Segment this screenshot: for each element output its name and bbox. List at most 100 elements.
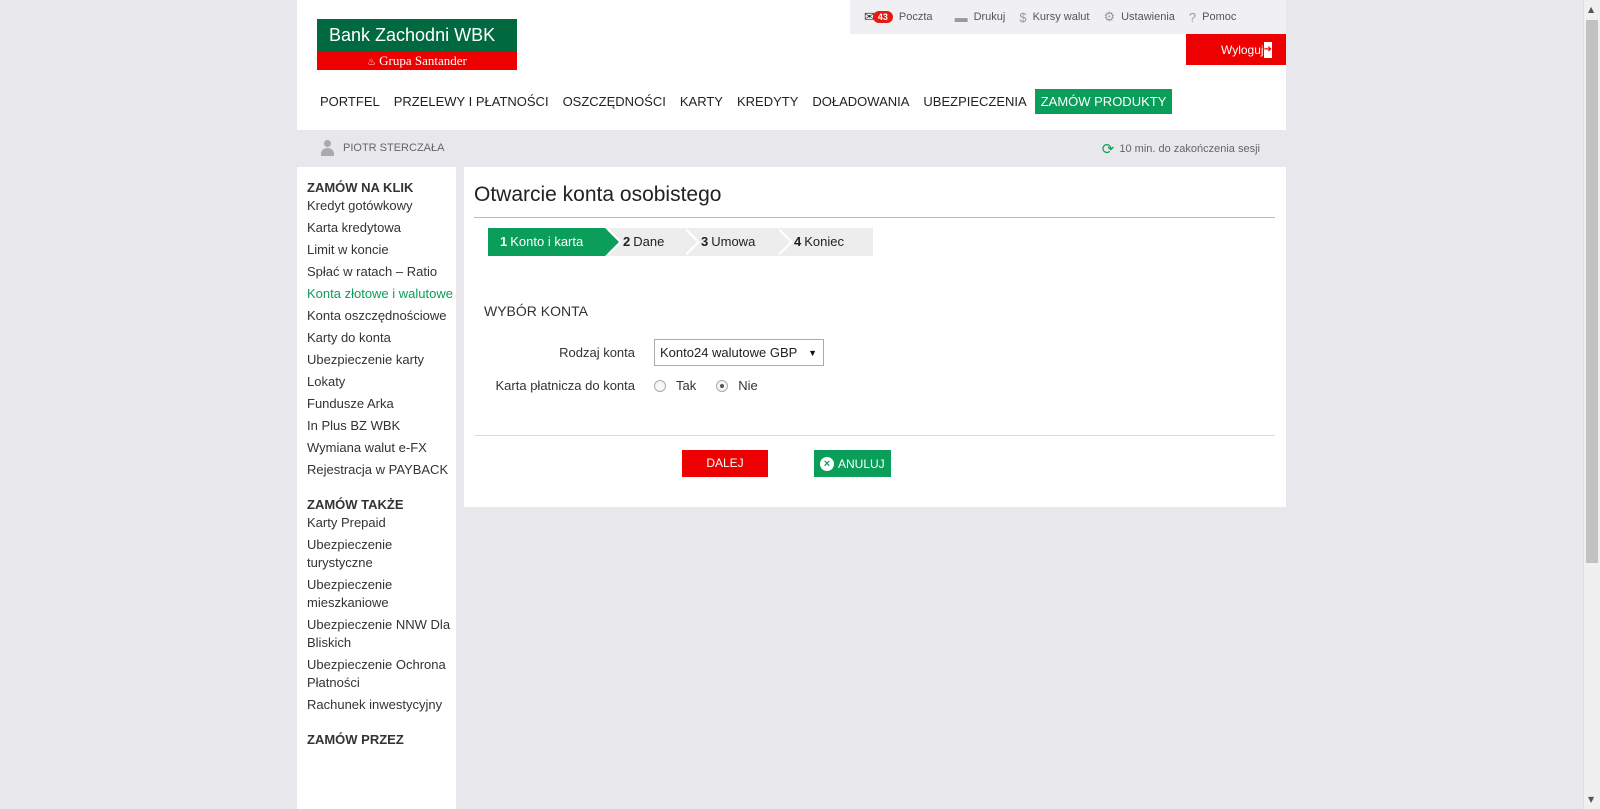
section-title: WYBÓR KONTA	[484, 303, 588, 319]
nav-item-przelewy[interactable]: PRZELEWY I PŁATNOŚCI	[388, 89, 555, 114]
step-1: 1 Konto i karta	[488, 228, 622, 256]
sidebar-item-efx[interactable]: Wymiana walut e-FX	[307, 439, 456, 457]
top-links: ✉ 43 Poczta ▬ Drukuj $ Kursy walut ⚙ Ust…	[850, 0, 1286, 34]
exchange-rates-link[interactable]: $ Kursy walut	[1019, 10, 1089, 25]
scroll-thumb[interactable]	[1586, 20, 1598, 563]
currency-icon: $	[1019, 9, 1027, 25]
page-title: Otwarcie konta osobistego	[474, 183, 722, 206]
nav-item-doladowania[interactable]: DOŁADOWANIA	[806, 89, 915, 114]
sidebar-item-mieszkaniowe[interactable]: Ubezpieczenie mieszkaniowe	[307, 576, 456, 612]
sidebar-item-ochrona[interactable]: Ubezpieczenie Ochrona Płatności	[307, 656, 456, 692]
exit-icon: ➜	[1263, 41, 1272, 58]
step-label: Umowa	[711, 234, 756, 249]
printer-icon: ▬	[954, 9, 968, 25]
nav-item-karty[interactable]: KARTY	[674, 89, 729, 114]
mail-link[interactable]: ✉ 43 Poczta	[864, 9, 933, 25]
sidebar-item-konta-oszczednosciowe[interactable]: Konta oszczędnościowe	[307, 307, 456, 325]
header: Bank Zachodni WBK ♨ Grupa Santander ✉ 43 …	[297, 0, 1286, 130]
sidebar-item-nnw[interactable]: Ubezpieczenie NNW Dla Bliskich	[307, 616, 456, 652]
sidebar-item-ubezpieczenie-karty[interactable]: Ubezpieczenie karty	[307, 351, 456, 369]
sidebar-item-konta-zlotowe[interactable]: Konta złotowe i walutowe	[307, 285, 456, 303]
sidebar-item-karty-do-konta[interactable]: Karty do konta	[307, 329, 456, 347]
user-icon	[321, 140, 334, 156]
wizard-steps: 1 Konto i karta 2 Dane 3 Umowa 4 Koniec	[488, 228, 873, 256]
main-nav: PORTFEL PRZELEWY I PŁATNOŚCI OSZCZĘDNOŚC…	[317, 89, 1174, 114]
refresh-icon[interactable]: ⟳	[1102, 140, 1115, 158]
mail-count-badge: 43	[872, 11, 893, 23]
sidebar-item-in-plus[interactable]: In Plus BZ WBK	[307, 417, 456, 435]
settings-label: Ustawienia	[1121, 11, 1175, 23]
user-info: PIOTR STERCZAŁA	[321, 140, 444, 156]
sidebar-section-title: ZAMÓW TAKŻE	[307, 497, 404, 512]
logo-title: Bank Zachodni WBK	[317, 19, 517, 52]
user-bar: PIOTR STERCZAŁA ⟳ 10 min. do zakończenia…	[297, 130, 1286, 166]
step-number: 1	[500, 234, 508, 249]
scroll-down-icon[interactable]: ▼	[1588, 795, 1594, 804]
close-icon: ×	[820, 456, 834, 471]
step-label: Dane	[633, 234, 665, 249]
mail-label: Poczta	[898, 11, 933, 23]
sidebar-item-rachunek-inwestycyjny[interactable]: Rachunek inwestycyjny	[307, 696, 456, 714]
radio-yes-input[interactable]	[654, 379, 666, 392]
account-type-select[interactable]: Konto24 walutowe GBP ▼	[654, 339, 824, 366]
logo-subtitle: ♨ Grupa Santander	[317, 52, 517, 70]
nav-item-kredyty[interactable]: KREDYTY	[731, 89, 804, 114]
nav-item-zamow-produkty[interactable]: ZAMÓW PRODUKTY	[1034, 89, 1173, 114]
sidebar-item-ratio[interactable]: Spłać w ratach – Ratio	[307, 263, 456, 281]
chevron-down-icon: ▼	[808, 347, 817, 358]
step-label: Konto i karta	[510, 234, 584, 249]
nav-item-oszczednosci[interactable]: OSZCZĘDNOŚCI	[557, 89, 672, 114]
sidebar-item-payback[interactable]: Rejestracja w PAYBACK	[307, 461, 456, 479]
radio-yes-label: Tak	[676, 378, 697, 393]
account-type-value: Konto24 walutowe GBP	[660, 345, 798, 360]
main-content: Otwarcie konta osobistego 1 Konto i karta…	[464, 167, 1286, 507]
scrollbar[interactable]: ▲ ▼	[1583, 0, 1600, 809]
santander-flame-icon: ♨	[367, 57, 377, 68]
radio-no-label: Nie	[738, 378, 758, 393]
step-number: 2	[623, 234, 631, 249]
session-timer: ⟳ 10 min. do zakończenia sesji	[1102, 140, 1260, 158]
settings-link[interactable]: ⚙ Ustawienia	[1103, 9, 1174, 25]
exchange-rates-label: Kursy walut	[1032, 11, 1090, 23]
card-row: Karta płatnicza do konta Tak Nie	[464, 378, 778, 393]
sidebar-item-prepaid[interactable]: Karty Prepaid	[307, 514, 456, 532]
help-icon: ?	[1188, 9, 1197, 25]
print-label: Drukuj	[973, 11, 1006, 23]
account-type-label: Rodzaj konta	[559, 345, 635, 360]
mail-badge: ✉ 43	[864, 9, 893, 25]
nav-item-ubezpieczenia[interactable]: UBEZPIECZENIA	[917, 89, 1032, 114]
bank-logo[interactable]: Bank Zachodni WBK ♨ Grupa Santander	[317, 19, 517, 70]
logout-button[interactable]: Wyloguj ➜	[1186, 34, 1286, 65]
radio-yes[interactable]: Tak	[654, 378, 696, 393]
radio-no-input[interactable]	[716, 379, 729, 392]
sidebar-section-title: ZAMÓW PRZEZ	[307, 732, 404, 747]
sidebar: ZAMÓW NA KLIK Kredyt gotówkowy Karta kre…	[297, 167, 456, 809]
logout-label: Wyloguj	[1221, 42, 1264, 57]
cancel-button[interactable]: × ANULUJ	[814, 450, 891, 477]
sidebar-item-fundusze[interactable]: Fundusze Arka	[307, 395, 456, 413]
step-number: 4	[794, 234, 802, 249]
session-text: 10 min. do zakończenia sesji	[1119, 143, 1260, 155]
sidebar-section-title: ZAMÓW NA KLIK	[307, 180, 414, 195]
step-number: 3	[701, 234, 709, 249]
print-link[interactable]: ▬ Drukuj	[955, 10, 1006, 25]
scroll-up-icon[interactable]: ▲	[1588, 5, 1594, 14]
account-type-row: Rodzaj konta Konto24 walutowe GBP ▼	[464, 339, 824, 366]
sidebar-item-lokaty[interactable]: Lokaty	[307, 373, 456, 391]
sidebar-item-kredyt-gotowkowy[interactable]: Kredyt gotówkowy	[307, 197, 456, 215]
radio-no[interactable]: Nie	[716, 378, 758, 393]
title-divider	[474, 217, 1275, 218]
help-label: Pomoc	[1202, 11, 1237, 23]
nav-item-portfel[interactable]: PORTFEL	[317, 89, 386, 114]
sidebar-item-limit[interactable]: Limit w koncie	[307, 241, 456, 259]
step-label: Koniec	[804, 234, 844, 249]
sidebar-item-turystyczne[interactable]: Ubezpieczenie turystyczne	[307, 536, 456, 572]
card-label: Karta płatnicza do konta	[495, 378, 635, 393]
user-name: PIOTR STERCZAŁA	[343, 142, 445, 154]
sidebar-item-karta-kredytowa[interactable]: Karta kredytowa	[307, 219, 456, 237]
next-button[interactable]: DALEJ	[682, 450, 768, 477]
logo-subtitle-text: Grupa Santander	[379, 53, 467, 68]
gear-icon: ⚙	[1103, 9, 1116, 24]
help-link[interactable]: ? Pomoc	[1189, 10, 1236, 25]
cancel-label: ANULUJ	[838, 456, 885, 471]
